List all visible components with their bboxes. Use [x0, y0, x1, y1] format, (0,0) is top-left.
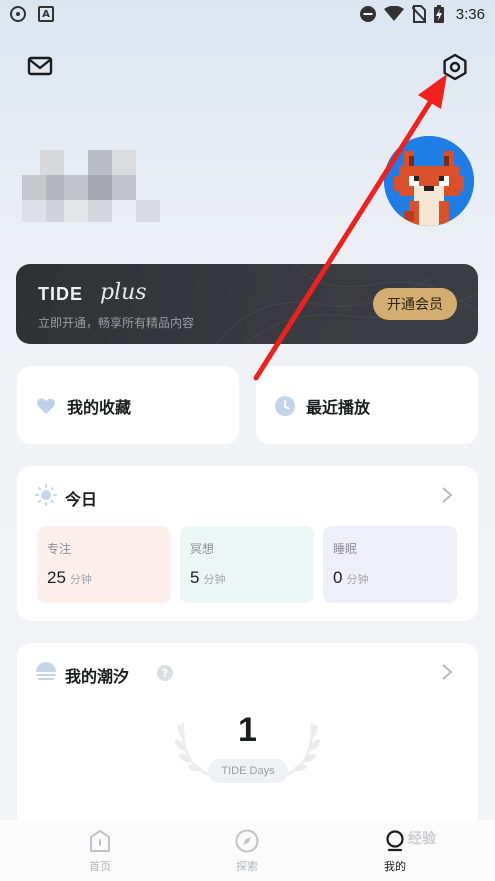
tide-days-label: TIDE Days — [208, 759, 288, 783]
meditation-label: 冥想 — [190, 542, 215, 556]
focus-value-row: 25 分钟 — [47, 568, 92, 588]
meditation-stat[interactable]: 冥想 5 分钟 — [180, 526, 314, 603]
record-icon — [10, 6, 26, 22]
sleep-unit: 分钟 — [346, 573, 369, 586]
watermark: 经验 — [408, 831, 436, 847]
clock-icon — [275, 396, 295, 416]
open-membership-button[interactable]: 开通会员 — [373, 288, 457, 320]
recent-plays-label: 最近播放 — [306, 398, 371, 417]
mail-icon[interactable] — [27, 55, 53, 77]
battery-charging-icon — [433, 5, 444, 23]
chevron-right-icon[interactable] — [440, 663, 454, 681]
recent-plays-card[interactable]: 最近播放 — [256, 366, 478, 444]
my-tide-title: 我的潮汐 — [65, 667, 130, 686]
username-pixelated — [22, 150, 212, 225]
tab-home-label: 首页 — [89, 860, 111, 873]
favorites-label: 我的收藏 — [67, 398, 132, 417]
focus-label: 专注 — [47, 542, 72, 556]
wifi-icon — [383, 6, 404, 21]
avatar[interactable] — [384, 136, 474, 226]
meditation-unit: 分钟 — [203, 573, 226, 586]
home-icon — [90, 830, 110, 852]
tide-icon — [36, 662, 56, 680]
meditation-value: 5 — [190, 568, 200, 587]
status-bar: A 3:36 — [0, 0, 495, 30]
heart-icon — [37, 398, 55, 414]
sun-icon — [35, 484, 57, 506]
sleep-label: 睡眠 — [333, 542, 358, 556]
tab-mine-label: 我的 — [384, 860, 406, 873]
tab-home[interactable]: 首页 — [60, 828, 140, 880]
sleep-value-row: 0 分钟 — [333, 568, 368, 588]
tab-explore-label: 探索 — [236, 860, 258, 873]
sleep-value: 0 — [333, 568, 343, 587]
dnd-icon — [359, 6, 376, 22]
today-title: 今日 — [65, 490, 98, 509]
membership-subtitle: 立即开通，畅享所有精品内容 — [38, 316, 195, 330]
compass-icon — [235, 829, 259, 853]
favorites-card[interactable]: 我的收藏 — [17, 366, 239, 444]
focus-unit: 分钟 — [69, 573, 92, 586]
no-sim-icon — [411, 5, 426, 23]
profile-icon — [386, 830, 404, 852]
membership-banner[interactable]: TIDE plus 立即开通，畅享所有精品内容 开通会员 — [16, 264, 478, 344]
clock-time: 3:36 — [455, 5, 485, 23]
brand-title: TIDE — [38, 284, 84, 304]
help-icon[interactable]: ? — [157, 665, 173, 681]
fox-avatar — [384, 136, 474, 226]
focus-stat[interactable]: 专注 25 分钟 — [37, 526, 171, 603]
sleep-stat[interactable]: 睡眠 0 分钟 — [323, 526, 457, 603]
a-icon: A — [38, 6, 54, 22]
tab-explore[interactable]: 探索 — [207, 828, 287, 880]
focus-value: 25 — [47, 568, 66, 587]
tide-days-count: 1 — [238, 711, 257, 749]
my-tide-card[interactable]: 我的潮汐 ? 1 TIDE Days — [17, 643, 478, 843]
chevron-right-icon[interactable] — [440, 486, 454, 504]
brand-script: plus — [100, 280, 147, 305]
meditation-value-row: 5 分钟 — [190, 568, 225, 588]
today-card[interactable]: 今日 专注 25 分钟 冥想 5 分钟 睡眠 0 分钟 — [17, 466, 478, 621]
settings-icon[interactable] — [440, 52, 470, 82]
